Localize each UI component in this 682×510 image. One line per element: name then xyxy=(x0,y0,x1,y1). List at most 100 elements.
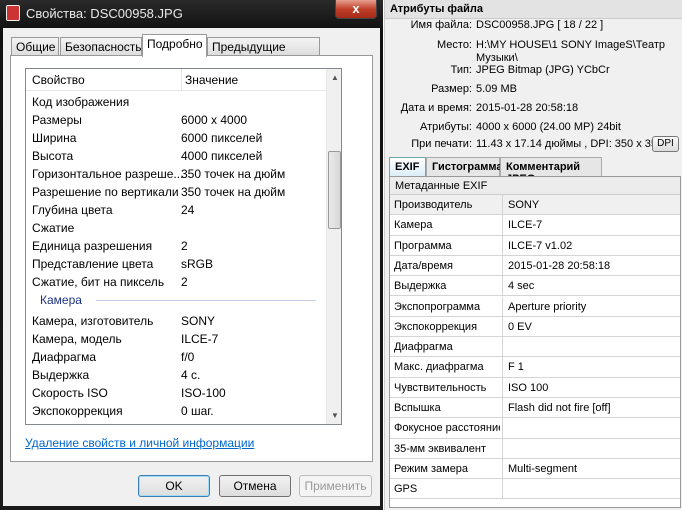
group-label: Камера xyxy=(40,293,82,307)
list-header: Свойство Значение xyxy=(26,69,326,91)
property-name: Высота xyxy=(32,149,74,163)
property-name: Размеры xyxy=(32,113,82,127)
tab-jpeg-comment[interactable]: Комментарий JPEG xyxy=(500,157,602,185)
property-value: 6000 x 4000 xyxy=(181,113,248,127)
file-icon xyxy=(6,5,20,21)
exif-value: ISO 100 xyxy=(508,381,549,394)
property-row[interactable]: Экспокоррекция 0 шаг. xyxy=(26,402,326,420)
exif-row[interactable]: Фокусное расстояние xyxy=(390,418,680,439)
exif-key: Вспышка xyxy=(394,402,441,414)
property-row[interactable]: Высота 4000 пикселей xyxy=(26,147,326,165)
exif-key: Экспопрограмма xyxy=(394,300,481,313)
property-row[interactable]: Выдержка 4 с. xyxy=(26,366,326,384)
close-button[interactable]: x xyxy=(335,0,377,19)
attribute-row: Размер: 5.09 MB xyxy=(385,83,682,97)
exif-row[interactable]: Диафрагма xyxy=(390,337,680,358)
scroll-down-arrow-icon[interactable]: ▼ xyxy=(331,411,339,420)
exif-row[interactable]: Экспопрограмма Aperture priority xyxy=(390,296,680,317)
exif-row[interactable]: Производитель SONY xyxy=(390,195,680,216)
property-row[interactable]: Сжатие, бит на пиксель 2 xyxy=(26,273,326,291)
attribute-value: 2015-01-28 20:58:18 xyxy=(476,102,579,114)
properties-list[interactable]: Свойство Значение Код изображения Размеры… xyxy=(25,68,342,425)
attribute-value: 5.09 MB xyxy=(476,83,517,95)
property-row[interactable]: Глубина цвета 24 xyxy=(26,201,326,219)
property-value: 350 точек на дюйм xyxy=(181,185,286,199)
property-row[interactable]: Разрешение по вертикали 350 точек на дюйм xyxy=(26,183,326,201)
properties-dialog: Свойства: DSC00958.JPG x Общие Безопасно… xyxy=(0,0,383,510)
exif-key: Программа xyxy=(394,239,452,252)
attribute-row: Имя файла: DSC00958.JPG [ 18 / 22 ] xyxy=(385,19,682,33)
column-divider xyxy=(502,316,503,337)
property-row[interactable]: Скорость ISO ISO-100 xyxy=(26,384,326,402)
property-value: 6000 пикселей xyxy=(181,131,263,145)
property-row[interactable]: Единица разрешения 2 xyxy=(26,237,326,255)
exif-row[interactable]: Чувствительность ISO 100 xyxy=(390,377,680,398)
property-row[interactable]: Представление цвета sRGB xyxy=(26,255,326,273)
property-row[interactable]: Сжатие xyxy=(26,219,326,237)
tab-histogram[interactable]: Гистограмма xyxy=(426,157,502,176)
exif-row[interactable]: Макс. диафрагма F 1 xyxy=(390,357,680,378)
tab-previous-versions[interactable]: Предыдущие версии xyxy=(207,37,320,68)
attribute-row: Место: H:\MY HOUSE\1 SONY ImageS\Театр xyxy=(385,39,682,53)
column-divider xyxy=(502,215,503,236)
remove-properties-link[interactable]: Удаление свойств и личной информации xyxy=(25,436,254,450)
tab-general[interactable]: Общие xyxy=(11,37,59,56)
property-row[interactable]: Горизонтальное разреше... 350 точек на дю… xyxy=(26,165,326,183)
details-panel: Свойство Значение Код изображения Размеры… xyxy=(10,55,373,462)
exif-value: Multi-segment xyxy=(508,462,578,475)
exif-key: 35-мм эквивалент xyxy=(394,442,486,455)
column-divider xyxy=(502,438,503,459)
tab-security[interactable]: Безопасность xyxy=(60,37,142,56)
attribute-row: Тип: JPEG Bitmap (JPG) YCbCr xyxy=(385,64,682,78)
property-row[interactable]: Диафрагма f/0 xyxy=(26,348,326,366)
property-row[interactable]: Размеры 6000 x 4000 xyxy=(26,111,326,129)
column-divider xyxy=(502,479,503,500)
tab-exif[interactable]: EXIF xyxy=(389,157,426,176)
dpi-button[interactable]: DPI xyxy=(652,136,679,152)
attribute-value: Музыки\ xyxy=(476,52,518,64)
property-row[interactable]: Ширина 6000 пикселей xyxy=(26,129,326,147)
exif-row[interactable]: Режим замера Multi-segment xyxy=(390,458,680,480)
column-divider xyxy=(502,235,503,256)
attributes-header: Атрибуты файла xyxy=(385,0,682,19)
exif-table: Метаданные EXIF Производитель SONY Камера I… xyxy=(389,176,681,508)
property-row[interactable]: Камера, изготовитель SONY xyxy=(26,312,326,330)
exif-row[interactable]: Камера ILCE-7 xyxy=(390,215,680,236)
exif-value: 0 EV xyxy=(508,320,532,333)
exif-value: Flash did not fire [off] xyxy=(508,402,611,414)
property-name: Камера, модель xyxy=(32,332,122,346)
ok-button[interactable]: OK xyxy=(138,475,210,497)
exif-row[interactable]: Дата/время 2015-01-28 20:58:18 xyxy=(390,255,680,277)
exif-row[interactable]: Программа ILCE-7 v1.02 xyxy=(390,235,680,256)
exif-key: Макс. диафрагма xyxy=(394,361,484,374)
exif-row[interactable]: Экспокоррекция 0 EV xyxy=(390,316,680,338)
exif-value: 2015-01-28 20:58:18 xyxy=(508,259,611,272)
dialog-body: Общие Безопасность Подробно Предыдущие в… xyxy=(3,28,380,506)
exif-value: ILCE-7 xyxy=(508,219,543,232)
exif-row[interactable]: 35-мм эквивалент xyxy=(390,438,680,459)
exif-value: Aperture priority xyxy=(508,300,587,313)
column-divider xyxy=(502,398,503,418)
column-property[interactable]: Свойство xyxy=(32,73,85,87)
column-divider xyxy=(502,337,503,358)
exif-key: Дата/время xyxy=(394,259,454,272)
exif-row[interactable]: Вспышка Flash did not fire [off] xyxy=(390,398,680,419)
property-row[interactable]: Камера, модель ILCE-7 xyxy=(26,330,326,348)
attribute-label: Дата и время: xyxy=(400,102,472,114)
exif-row[interactable]: GPS xyxy=(390,479,680,500)
exif-row[interactable]: Выдержка 4 sec xyxy=(390,276,680,297)
group-camera: Камера xyxy=(26,291,326,309)
cancel-button[interactable]: Отмена xyxy=(219,475,291,497)
vertical-scrollbar[interactable]: ▲ ▼ xyxy=(326,69,341,424)
exif-value: 4 sec xyxy=(508,280,535,293)
exif-value: F 1 xyxy=(508,361,524,374)
property-name: Горизонтальное разреше... xyxy=(32,167,184,181)
tab-details[interactable]: Подробно xyxy=(142,34,207,57)
scrollbar-thumb[interactable] xyxy=(328,151,341,229)
attribute-label: Атрибуты: xyxy=(420,121,472,133)
property-row[interactable]: Код изображения xyxy=(26,93,326,111)
scroll-up-arrow-icon[interactable]: ▲ xyxy=(331,73,339,82)
apply-button[interactable]: Применить xyxy=(299,475,372,497)
column-value[interactable]: Значение xyxy=(181,69,238,91)
property-value: 350 точек на дюйм xyxy=(181,167,286,181)
